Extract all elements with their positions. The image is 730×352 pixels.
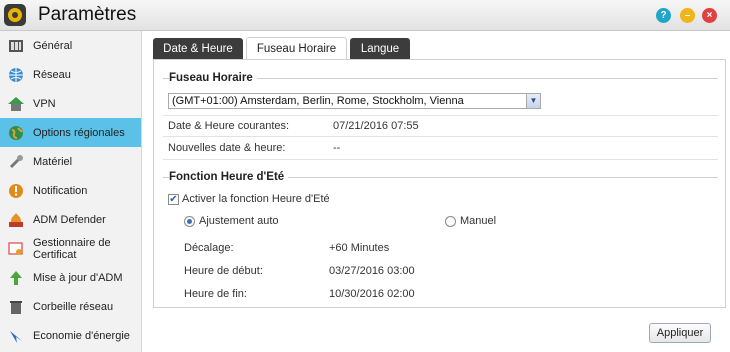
sidebar-item-energy-saving[interactable]: Economie d'énergie: [0, 321, 141, 350]
sidebar-item-label: ADM Defender: [33, 213, 106, 226]
row-divider: [163, 115, 718, 116]
sidebar-item-label: Réseau: [33, 68, 71, 81]
auto-adjust-radio[interactable]: [184, 216, 195, 227]
manual-radio[interactable]: [445, 216, 456, 227]
timezone-select[interactable]: (GMT+01:00) Amsterdam, Berlin, Rome, Sto…: [168, 93, 541, 109]
sidebar-item-general[interactable]: Général: [0, 31, 141, 60]
certificate-icon: [7, 240, 25, 258]
tab-timezone[interactable]: Fuseau Horaire: [246, 37, 347, 60]
help-button[interactable]: ?: [656, 8, 671, 23]
enable-dst-label: Activer la fonction Heure d'Eté: [182, 193, 330, 205]
new-datetime-value: --: [333, 142, 341, 154]
offset-label: Décalage:: [184, 242, 234, 254]
dst-end-label: Heure de fin:: [184, 288, 247, 300]
current-datetime-label: Date & Heure courantes:: [168, 120, 290, 132]
sidebar-item-notification[interactable]: Notification: [0, 176, 141, 205]
sidebar-item-regional-options[interactable]: Options régionales: [0, 118, 141, 147]
sidebar-item-label: Général: [33, 39, 73, 52]
hardware-wrench-icon: [7, 153, 25, 171]
sidebar-item-network[interactable]: Réseau: [0, 60, 141, 89]
row-divider: [163, 136, 718, 137]
sidebar-item-certificate-manager[interactable]: Gestionnaire de Certificat: [0, 234, 141, 263]
dst-section-title: Fonction Heure d'Eté: [169, 171, 289, 183]
vpn-house-icon: [7, 95, 25, 113]
minimize-button[interactable]: –: [680, 8, 695, 23]
sidebar-item-label: Notification: [33, 184, 88, 197]
dst-start-label: Heure de début:: [184, 265, 263, 277]
settings-app-icon: [4, 4, 26, 26]
sidebar-item-network-recycle-bin[interactable]: Corbeille réseau: [0, 292, 141, 321]
offset-value: +60 Minutes: [329, 242, 390, 254]
close-button[interactable]: ×: [702, 8, 717, 23]
enable-dst-checkbox[interactable]: ✔: [168, 194, 179, 205]
general-icon: [7, 37, 25, 55]
current-datetime-value: 07/21/2016 07:55: [333, 120, 419, 132]
sidebar-item-label: Economie d'énergie: [33, 329, 130, 342]
sidebar: Général Réseau VPN Options régionales Ma…: [0, 31, 142, 352]
dst-end-value: 10/30/2016 02:00: [329, 288, 415, 300]
timezone-selected-value: (GMT+01:00) Amsterdam, Berlin, Rome, Sto…: [172, 95, 464, 107]
sidebar-item-adm-update[interactable]: Mise à jour d'ADM: [0, 263, 141, 292]
sidebar-item-label: Options régionales: [33, 126, 125, 139]
sidebar-item-hardware[interactable]: Matériel: [0, 147, 141, 176]
window-title: Paramètres: [38, 4, 137, 25]
energy-saving-icon: [7, 327, 25, 345]
apply-button[interactable]: Appliquer: [649, 323, 711, 343]
defender-firewall-icon: [7, 211, 25, 229]
auto-adjust-label: Ajustement auto: [199, 215, 279, 227]
recycle-bin-icon: [7, 298, 25, 316]
sidebar-item-label: VPN: [33, 97, 56, 110]
manual-label: Manuel: [460, 215, 497, 227]
title-bar: Paramètres ? – ×: [0, 0, 730, 31]
dst-start-value: 03/27/2016 03:00: [329, 265, 415, 277]
tab-date-time[interactable]: Date & Heure: [153, 38, 243, 60]
sidebar-item-label: Corbeille réseau: [33, 300, 114, 313]
update-arrow-icon: [7, 269, 25, 287]
row-divider: [163, 159, 718, 160]
tab-language[interactable]: Langue: [350, 38, 410, 60]
network-globe-icon: [7, 66, 25, 84]
sidebar-item-vpn[interactable]: VPN: [0, 89, 141, 118]
chevron-down-icon[interactable]: ▼: [526, 94, 540, 108]
notification-alert-icon: [7, 182, 25, 200]
sidebar-item-label: Gestionnaire de Certificat: [33, 236, 111, 261]
sidebar-item-adm-defender[interactable]: ADM Defender: [0, 205, 141, 234]
sidebar-item-label: Matériel: [33, 155, 73, 168]
new-datetime-label: Nouvelles date & heure:: [168, 142, 286, 154]
timezone-section-title: Fuseau Horaire: [169, 72, 257, 84]
regional-globe-icon: [7, 124, 25, 142]
sidebar-item-label: Mise à jour d'ADM: [33, 271, 123, 284]
